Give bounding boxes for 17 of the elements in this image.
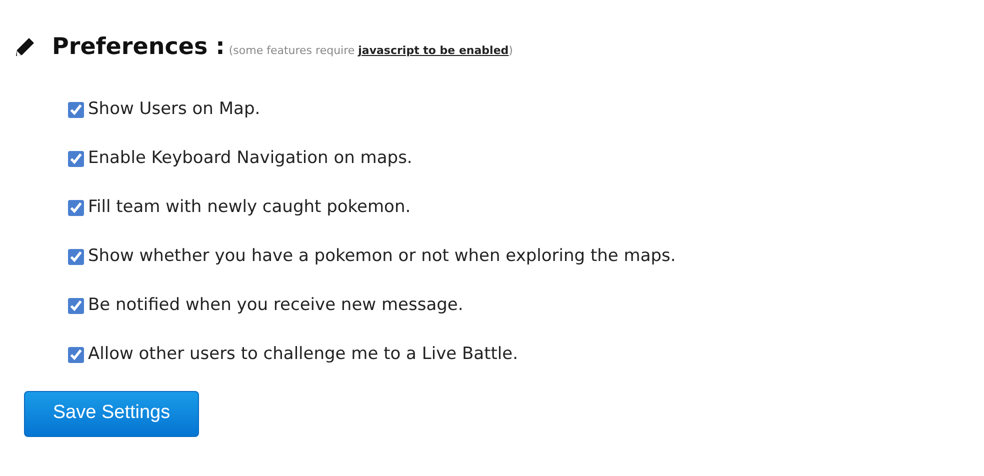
option-checkbox[interactable] (68, 102, 84, 118)
option-checkbox[interactable] (68, 150, 84, 166)
option-label: Fill team with newly caught pokemon. (88, 196, 411, 218)
option-checkbox[interactable] (68, 298, 84, 314)
save-settings-button[interactable]: Save Settings (24, 390, 199, 436)
option-label: Show whether you have a pokemon or not when exploring the maps. (88, 244, 676, 268)
option-label: Allow other users to challenge me to a Live Battle. (88, 342, 518, 366)
section-title: Preferences : (52, 33, 225, 62)
requirement-note: (some features require javascript to be enabled) (228, 43, 513, 59)
javascript-link[interactable]: javascript to be enabled (358, 44, 509, 57)
option-label: Be notified when you receive new message. (88, 294, 464, 316)
option-checkbox[interactable] (68, 200, 84, 216)
option-label: Show Users on Map. (88, 98, 260, 120)
pencil-icon (14, 36, 36, 58)
option-checkbox[interactable] (68, 248, 84, 264)
option-label: Enable Keyboard Navigation on maps. (88, 146, 412, 170)
option-checkbox[interactable] (68, 346, 84, 362)
